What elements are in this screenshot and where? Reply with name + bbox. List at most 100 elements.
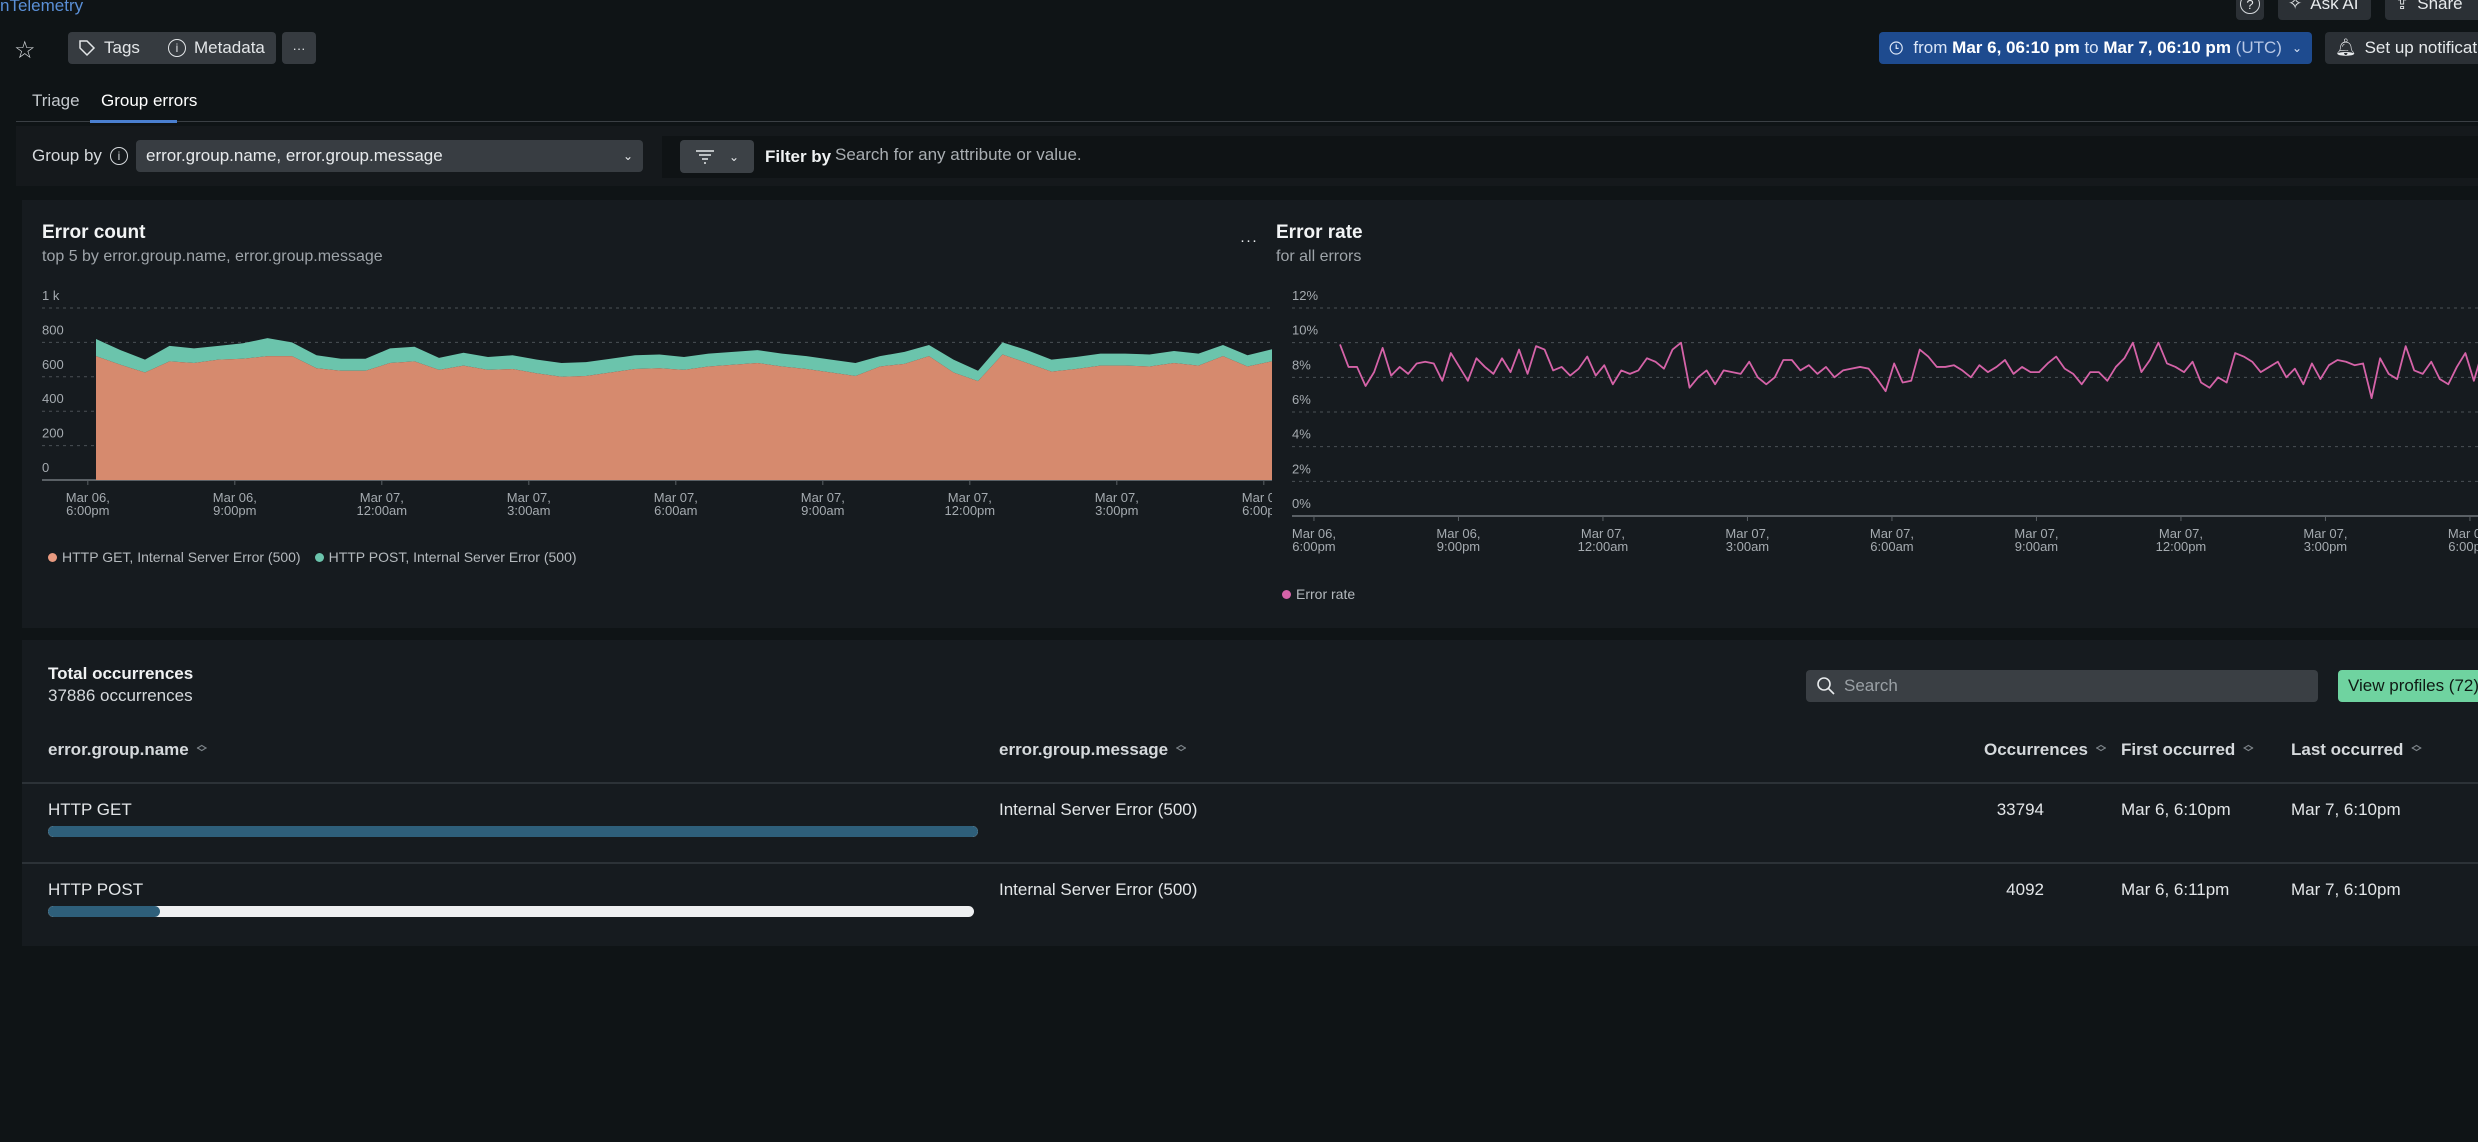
y-tick-label: 0% xyxy=(1292,496,1311,511)
cell-first-occurred: Mar 6, 6:10pm xyxy=(2121,800,2231,819)
legend-dot xyxy=(1282,589,1291,599)
table-row[interactable]: HTTP POST Internal Server Error (500) 40… xyxy=(22,864,2478,942)
x-tick-label: 6:00pm xyxy=(2448,539,2478,554)
cell-error-name: HTTP GET xyxy=(48,800,132,819)
cell-occurrences: 33794 xyxy=(1996,800,2044,819)
y-tick-label: 10% xyxy=(1292,323,1318,338)
x-tick-label: 9:00pm xyxy=(1437,539,1480,554)
x-tick-label: 12:00am xyxy=(357,503,408,518)
sort-icon: ︿ ﹀ xyxy=(2243,740,2254,759)
time-to-value: Mar 7, 06:10 pm xyxy=(2103,38,2231,57)
group-by-label: Group by i xyxy=(32,146,128,166)
x-tick-label: 12:00pm xyxy=(2156,539,2207,554)
time-to-word: to xyxy=(2084,38,2099,57)
group-by-value: error.group.name, error.group.message xyxy=(146,146,443,165)
time-from-value: Mar 6, 06:10 pm xyxy=(1952,38,2080,57)
filter-options-button[interactable]: ⌄ xyxy=(680,140,754,173)
tab-group-errors[interactable]: Group errors xyxy=(101,88,197,122)
y-tick-label: 600 xyxy=(42,357,64,372)
share-button[interactable]: ⇪ Share xyxy=(2385,0,2478,20)
time-range-picker[interactable]: from Mar 6, 06:10 pm to Mar 7, 06:10 pm … xyxy=(1879,32,2312,64)
app-name[interactable]: nTelemetry xyxy=(0,0,83,16)
x-tick-label: 12:00pm xyxy=(945,503,996,518)
bell-icon: 🔔︎ xyxy=(2335,38,2357,57)
error-count-chart: 02004006008001 kMar 06,6:00pmMar 06,9:00… xyxy=(42,290,1272,518)
column-header-message[interactable]: error.group.message ︿ ﹀ xyxy=(999,740,1186,760)
error-count-title: Error count xyxy=(42,222,146,243)
group-by-select[interactable]: error.group.name, error.group.message ⌄ xyxy=(136,140,643,172)
sort-icon: ︿ ﹀ xyxy=(2411,740,2422,759)
chart-more-icon[interactable]: ··· xyxy=(1240,232,1258,249)
x-tick-label: 3:00pm xyxy=(1095,503,1138,518)
y-tick-label: 4% xyxy=(1292,427,1311,442)
column-header-name[interactable]: error.group.name ︿ ﹀ xyxy=(48,740,207,760)
total-occurrences-title: Total occurrences xyxy=(48,664,194,683)
help-icon: ? xyxy=(2240,0,2260,14)
legend-label: Error rate xyxy=(1296,586,1356,602)
error-rate-header: Error rate for all errors xyxy=(1276,222,1363,266)
error-rate-title: Error rate xyxy=(1276,222,1363,243)
sort-icon: ︿ ﹀ xyxy=(196,740,207,759)
y-tick-label: 800 xyxy=(42,322,64,337)
share-icon: ⇪ xyxy=(2395,0,2410,13)
share-label: Share xyxy=(2417,0,2463,13)
column-header-last-occurred[interactable]: Last occurred ︿ ﹀ xyxy=(2291,740,2421,760)
tags-label: Tags xyxy=(104,38,140,57)
sort-icon: ︿ ﹀ xyxy=(1176,740,1187,759)
view-profiles-button[interactable]: View profiles (72) xyxy=(2338,670,2478,702)
column-header-first-occurred[interactable]: First occurred ︿ ﹀ xyxy=(2121,740,2253,760)
occurrence-share-fill xyxy=(48,826,978,837)
column-header-label: Last occurred xyxy=(2291,740,2404,759)
legend-item-error-rate[interactable]: Error rate xyxy=(1282,586,1355,602)
sparkle-icon: ✧ xyxy=(2288,0,2303,13)
metadata-button[interactable]: i Metadata xyxy=(158,32,276,64)
y-tick-label: 1 k xyxy=(42,290,60,303)
y-tick-label: 0 xyxy=(42,460,49,475)
x-tick-label: 9:00am xyxy=(2015,539,2058,554)
x-tick-label: 6:00am xyxy=(1870,539,1913,554)
cell-error-name: HTTP POST xyxy=(48,880,144,899)
y-tick-label: 12% xyxy=(1292,290,1318,303)
help-button[interactable]: ? xyxy=(2236,0,2264,20)
x-tick-label: 9:00am xyxy=(801,503,844,518)
time-from-prefix: from xyxy=(1913,38,1948,57)
x-tick-label: 6:00am xyxy=(654,503,697,518)
chevron-down-icon: ⌄ xyxy=(728,149,740,164)
table-search-input[interactable] xyxy=(1844,676,2284,696)
ask-ai-button[interactable]: ✧ Ask AI xyxy=(2278,0,2371,20)
info-icon[interactable]: i xyxy=(109,147,128,165)
filter-icon xyxy=(695,149,714,164)
area-series-http-get xyxy=(96,354,1272,480)
line-series-error-rate xyxy=(1339,341,2478,400)
cell-error-message: Internal Server Error (500) xyxy=(999,880,1198,899)
error-rate-legend: Error rate xyxy=(1282,586,1355,602)
column-header-label: error.group.name xyxy=(48,740,189,759)
favorite-star-icon[interactable]: ☆ xyxy=(14,36,36,65)
error-count-subtitle: top 5 by error.group.name, error.group.m… xyxy=(42,248,383,265)
total-occurrences-count: 37886 occurrences xyxy=(48,686,193,705)
occurrence-share-fill xyxy=(48,906,161,917)
occurrence-share-bar xyxy=(48,826,978,837)
legend-item-http-post[interactable]: HTTP POST, Internal Server Error (500) xyxy=(314,549,577,565)
legend-label: HTTP POST, Internal Server Error (500) xyxy=(328,549,577,565)
active-tab-indicator xyxy=(90,120,177,123)
info-icon: i xyxy=(168,39,186,57)
x-tick-label: 3:00am xyxy=(507,503,550,518)
x-tick-label: 12:00am xyxy=(1578,539,1629,554)
more-actions-button[interactable]: ··· xyxy=(282,32,316,64)
x-tick-label: 6:00pm xyxy=(1242,503,1272,518)
ask-ai-label: Ask AI xyxy=(2310,0,2359,13)
column-header-occurrences[interactable]: Occurrences ︿ ﹀ xyxy=(1984,740,2106,760)
time-range-text: from Mar 6, 06:10 pm to Mar 7, 06:10 pm … xyxy=(1913,38,2282,58)
filter-search-input[interactable] xyxy=(835,145,1835,165)
tab-triage[interactable]: Triage xyxy=(32,88,80,122)
column-header-label: First occurred xyxy=(2121,740,2236,759)
notifications-button[interactable]: 🔔︎ Set up notifications xyxy=(2325,32,2478,64)
column-header-label: Occurrences xyxy=(1984,740,2088,759)
table-search[interactable] xyxy=(1806,670,2318,702)
clock-icon xyxy=(1889,41,1903,55)
legend-item-http-get[interactable]: HTTP GET, Internal Server Error (500) xyxy=(48,549,301,565)
table-row[interactable]: HTTP GET Internal Server Error (500) 337… xyxy=(22,784,2478,862)
tag-icon xyxy=(79,40,96,57)
group-by-text: Group by xyxy=(32,146,102,165)
